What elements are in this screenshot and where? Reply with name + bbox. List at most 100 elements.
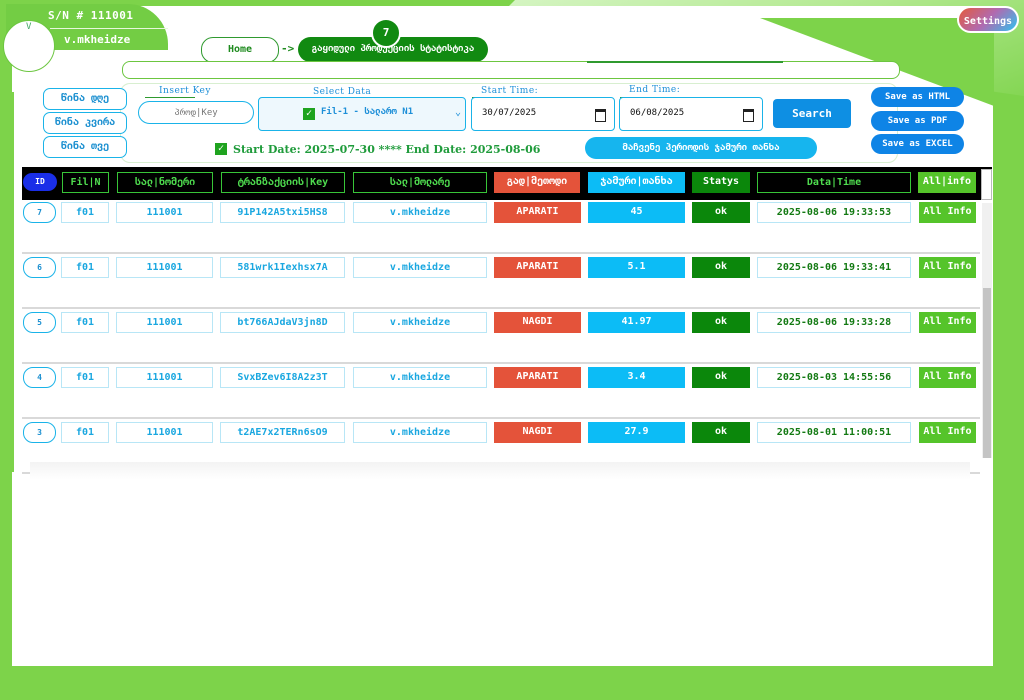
row-key: 581wrk1Iexhsx7A (220, 257, 345, 278)
calendar-icon[interactable] (595, 109, 606, 122)
row-total: 27.9 (588, 422, 685, 443)
table-row[interactable]: 4 f01 111001 SvxBZev6I8A2z3T v.mkheidze APARA… (22, 364, 980, 419)
avatar-glyph: V (26, 22, 32, 32)
insert-key-label: Insert Key (159, 86, 211, 96)
filial-select-value: Fil-1 - სალარო N1 (321, 107, 414, 117)
table-row[interactable]: 6 f01 111001 581wrk1Iexhsx7A v.mkheidze APARA… (22, 254, 980, 309)
row-datetime: 2025-08-06 19:33:53 (757, 202, 911, 223)
row-fil: f01 (61, 257, 109, 278)
col-datetime[interactable]: Data|Time (757, 172, 911, 193)
header-scrollbar[interactable] (981, 169, 992, 200)
row-status: ok (692, 312, 750, 333)
save-pdf-button[interactable]: Save as PDF (871, 111, 964, 131)
row-operator: v.mkheidze (353, 367, 487, 388)
col-info[interactable]: All|info (918, 172, 976, 193)
row-key: bt766AJdaV3jn8D (220, 312, 345, 333)
row-key: 91P142A5txi5HS8 (220, 202, 345, 223)
checkmark-icon: ✓ (303, 108, 315, 120)
period-total-button[interactable]: მაჩვენე პერიოდის ჯამური თანხა (585, 137, 817, 159)
select-data-label: Select Data (313, 87, 372, 97)
row-id: 4 (23, 367, 56, 388)
breadcrumb-arrow: -> (281, 42, 295, 55)
filial-select[interactable]: ✓ Fil-1 - სალარო N1 ⌄ (258, 97, 466, 131)
row-fil: f01 (61, 422, 109, 443)
row-info-button[interactable]: All Info (919, 257, 976, 278)
row-info-button[interactable]: All Info (919, 312, 976, 333)
col-total[interactable]: ჯამური|თანხა (588, 172, 685, 193)
scrollbar-thumb[interactable] (983, 288, 991, 458)
table-header: ID Fil|N სალ|ნომერი ტრანზაქციის|Key სალ|… (22, 167, 992, 200)
row-status: ok (692, 422, 750, 443)
prev-month-button[interactable]: წინა თვე (43, 136, 127, 158)
key-input[interactable]: პროდ|Key (138, 101, 254, 124)
row-total: 5.1 (588, 257, 685, 278)
username: v.mkheidze (64, 33, 131, 46)
end-time-label: End Time: (629, 85, 681, 95)
end-date-value: 06/08/2025 (630, 108, 685, 118)
badge-divider (50, 28, 168, 29)
serial-number: S/N # 111001 (48, 9, 134, 22)
row-id: 3 (23, 422, 56, 443)
row-method: APARATI (494, 257, 581, 278)
row-fil: f01 (61, 367, 109, 388)
row-info-button[interactable]: All Info (919, 202, 976, 223)
decor-left-strip (0, 92, 14, 472)
top-bar (122, 61, 900, 79)
row-key: SvxBZev6I8A2z3T (220, 367, 345, 388)
row-method: APARATI (494, 202, 581, 223)
start-date-input[interactable]: 30/07/2025 (471, 97, 615, 131)
row-datetime: 2025-08-01 11:00:51 (757, 422, 911, 443)
save-excel-button[interactable]: Save as EXCEL (871, 134, 964, 154)
row-register: 111001 (116, 367, 213, 388)
range-checkbox[interactable]: ✓ (215, 143, 227, 155)
home-button[interactable]: Home (201, 37, 279, 63)
chevron-down-icon: ⌄ (454, 107, 461, 118)
row-info-button[interactable]: All Info (919, 422, 976, 443)
calendar-icon[interactable] (743, 109, 754, 122)
row-method: NAGDI (494, 312, 581, 333)
col-fil[interactable]: Fil|N (62, 172, 109, 193)
col-method[interactable]: გად|მეთოდი (494, 172, 580, 193)
row-fil: f01 (61, 312, 109, 333)
row-total: 3.4 (588, 367, 685, 388)
table-row[interactable]: 7 f01 111001 91P142A5txi5HS8 v.mkheidze APARA… (22, 199, 980, 254)
avatar[interactable]: V (3, 20, 55, 72)
row-register: 111001 (116, 257, 213, 278)
col-status[interactable]: Statys (692, 172, 750, 193)
col-operator[interactable]: სალ|მოლარე (353, 172, 487, 193)
save-html-button[interactable]: Save as HTML (871, 87, 964, 107)
prev-day-button[interactable]: წინა დღე (43, 88, 127, 110)
table-row[interactable]: 5 f01 111001 bt766AJdaV3jn8D v.mkheidze NAGDI… (22, 309, 980, 364)
row-datetime: 2025-08-06 19:33:28 (757, 312, 911, 333)
start-date-value: 30/07/2025 (482, 108, 537, 118)
col-key[interactable]: ტრანზაქციის|Key (221, 172, 345, 193)
row-fil: f01 (61, 202, 109, 223)
top-bar-accent (587, 61, 783, 63)
row-status: ok (692, 202, 750, 223)
row-method: APARATI (494, 367, 581, 388)
row-datetime: 2025-08-03 14:55:56 (757, 367, 911, 388)
date-range-text: Start Date: 2025-07-30 **** End Date: 20… (233, 143, 541, 156)
prev-week-button[interactable]: წინა კვირა (43, 112, 127, 134)
row-register: 111001 (116, 202, 213, 223)
row-info-button[interactable]: All Info (919, 367, 976, 388)
row-id: 7 (23, 202, 56, 223)
col-id[interactable]: ID (23, 173, 57, 191)
row-operator: v.mkheidze (353, 257, 487, 278)
settings-button[interactable]: Settings (957, 6, 1019, 33)
row-datetime: 2025-08-06 19:33:41 (757, 257, 911, 278)
row-method: NAGDI (494, 422, 581, 443)
row-operator: v.mkheidze (353, 422, 487, 443)
start-time-label: Start Time: (481, 86, 539, 96)
row-operator: v.mkheidze (353, 202, 487, 223)
end-date-input[interactable]: 06/08/2025 (619, 97, 763, 131)
row-total: 45 (588, 202, 685, 223)
row-status: ok (692, 257, 750, 278)
table-bottom-fade (30, 462, 970, 480)
row-key: t2AE7x2TERn6sO9 (220, 422, 345, 443)
row-id: 6 (23, 257, 56, 278)
search-button[interactable]: Search (773, 99, 851, 128)
col-register[interactable]: სალ|ნომერი (117, 172, 213, 193)
row-id: 5 (23, 312, 56, 333)
row-register: 111001 (116, 312, 213, 333)
